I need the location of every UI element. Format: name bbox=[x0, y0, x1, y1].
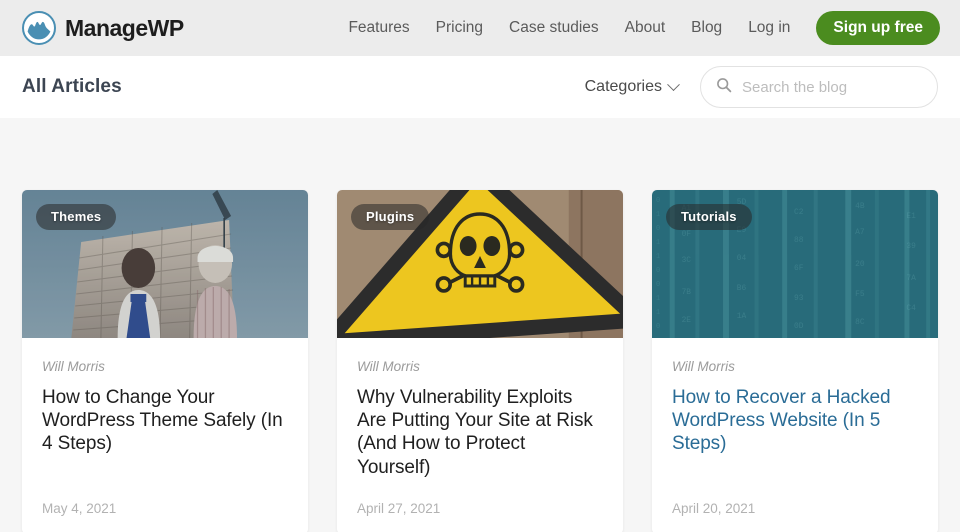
sign-up-free-button[interactable]: Sign up free bbox=[816, 11, 940, 45]
subheader-controls: Categories bbox=[585, 66, 938, 108]
article-thumbnail[interactable]: Plugins bbox=[337, 190, 623, 338]
article-thumbnail[interactable]: 0101 1001 10 bbox=[652, 190, 938, 338]
nav-link-blog[interactable]: Blog bbox=[691, 19, 722, 37]
article-date: April 27, 2021 bbox=[357, 479, 603, 516]
nav-link-about[interactable]: About bbox=[625, 19, 666, 37]
article-body: Will Morris How to Change Your WordPress… bbox=[22, 338, 308, 532]
category-badge[interactable]: Plugins bbox=[351, 204, 429, 230]
article-title[interactable]: Why Vulnerability Exploits Are Putting Y… bbox=[357, 386, 603, 479]
nav-link-features[interactable]: Features bbox=[348, 19, 409, 37]
category-badge[interactable]: Tutorials bbox=[666, 204, 752, 230]
categories-dropdown[interactable]: Categories bbox=[585, 78, 678, 96]
page-title: All Articles bbox=[22, 76, 122, 98]
nav-link-pricing[interactable]: Pricing bbox=[436, 19, 483, 37]
chevron-down-icon bbox=[667, 78, 680, 91]
search-input[interactable] bbox=[742, 79, 922, 96]
brand-logo-link[interactable]: ManageWP bbox=[22, 11, 184, 45]
main-nav: Features Pricing Case studies About Blog… bbox=[348, 11, 940, 45]
article-title[interactable]: How to Recover a Hacked WordPress Websit… bbox=[672, 386, 918, 456]
article-body: Will Morris Why Vulnerability Exploits A… bbox=[337, 338, 623, 532]
article-author: Will Morris bbox=[672, 359, 918, 374]
article-card[interactable]: Plugins Will Morris Why Vulnerability Ex… bbox=[337, 190, 623, 532]
categories-label: Categories bbox=[585, 78, 662, 96]
articles-content: Themes Will Morris How to Change Your Wo… bbox=[0, 118, 960, 532]
search-box[interactable] bbox=[700, 66, 938, 108]
article-title[interactable]: How to Change Your WordPress Theme Safel… bbox=[42, 386, 288, 456]
articles-grid: Themes Will Morris How to Change Your Wo… bbox=[22, 190, 938, 532]
blog-subheader: All Articles Categories bbox=[0, 56, 960, 118]
article-body: Will Morris How to Recover a Hacked Word… bbox=[652, 338, 938, 532]
article-date: May 4, 2021 bbox=[42, 479, 288, 516]
search-icon bbox=[716, 77, 732, 98]
article-thumbnail[interactable]: Themes bbox=[22, 190, 308, 338]
top-navigation-bar: ManageWP Features Pricing Case studies A… bbox=[0, 0, 960, 56]
category-badge[interactable]: Themes bbox=[36, 204, 116, 230]
nav-link-log-in[interactable]: Log in bbox=[748, 19, 790, 37]
nav-link-case-studies[interactable]: Case studies bbox=[509, 19, 599, 37]
article-author: Will Morris bbox=[357, 359, 603, 374]
article-date: April 20, 2021 bbox=[672, 479, 918, 516]
mountain-circle-icon bbox=[22, 11, 56, 45]
article-author: Will Morris bbox=[42, 359, 288, 374]
article-card[interactable]: 0101 1001 10 bbox=[652, 190, 938, 532]
brand-name: ManageWP bbox=[65, 15, 184, 42]
article-card[interactable]: Themes Will Morris How to Change Your Wo… bbox=[22, 190, 308, 532]
